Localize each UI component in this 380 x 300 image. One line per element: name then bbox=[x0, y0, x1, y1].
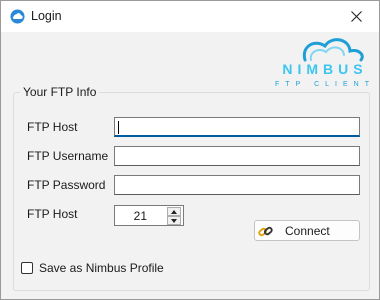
ftp-port-label: FTP Host bbox=[27, 207, 78, 221]
login-window: Login NIMBUS FTP CLIENT Your FTP Info FT… bbox=[0, 0, 380, 300]
ftp-username-label: FTP Username bbox=[27, 149, 109, 163]
logo-tagline: FTP CLIENT bbox=[275, 81, 375, 88]
group-title: Your FTP Info bbox=[20, 85, 100, 99]
text-caret bbox=[118, 121, 119, 134]
close-icon bbox=[350, 11, 362, 22]
window-title: Login bbox=[31, 9, 62, 23]
close-button[interactable] bbox=[333, 1, 379, 32]
port-value: 21 bbox=[133, 209, 147, 223]
ftp-password-input[interactable] bbox=[114, 175, 360, 195]
ftp-port-stepper[interactable]: 21 bbox=[114, 205, 184, 226]
ftp-host-input[interactable] bbox=[114, 117, 360, 137]
link-icon bbox=[258, 226, 273, 237]
ftp-host-label: FTP Host bbox=[27, 120, 78, 134]
cloud-app-icon bbox=[10, 9, 25, 24]
nimbus-logo: NIMBUS FTP CLIENT bbox=[275, 38, 375, 88]
caret-up-icon bbox=[171, 209, 177, 214]
port-decrement-button[interactable] bbox=[167, 216, 181, 225]
save-profile-label[interactable]: Save as Nimbus Profile bbox=[39, 261, 164, 275]
port-increment-button[interactable] bbox=[167, 207, 181, 216]
ftp-username-input[interactable] bbox=[114, 146, 360, 166]
logo-brand: NIMBUS bbox=[282, 61, 367, 77]
save-profile-checkbox[interactable] bbox=[21, 262, 33, 274]
caret-down-icon bbox=[171, 218, 177, 223]
ftp-password-label: FTP Password bbox=[27, 178, 106, 192]
title-bar: Login bbox=[1, 1, 379, 32]
connect-button[interactable]: Connect bbox=[254, 220, 360, 241]
connect-label: Connect bbox=[285, 224, 330, 238]
